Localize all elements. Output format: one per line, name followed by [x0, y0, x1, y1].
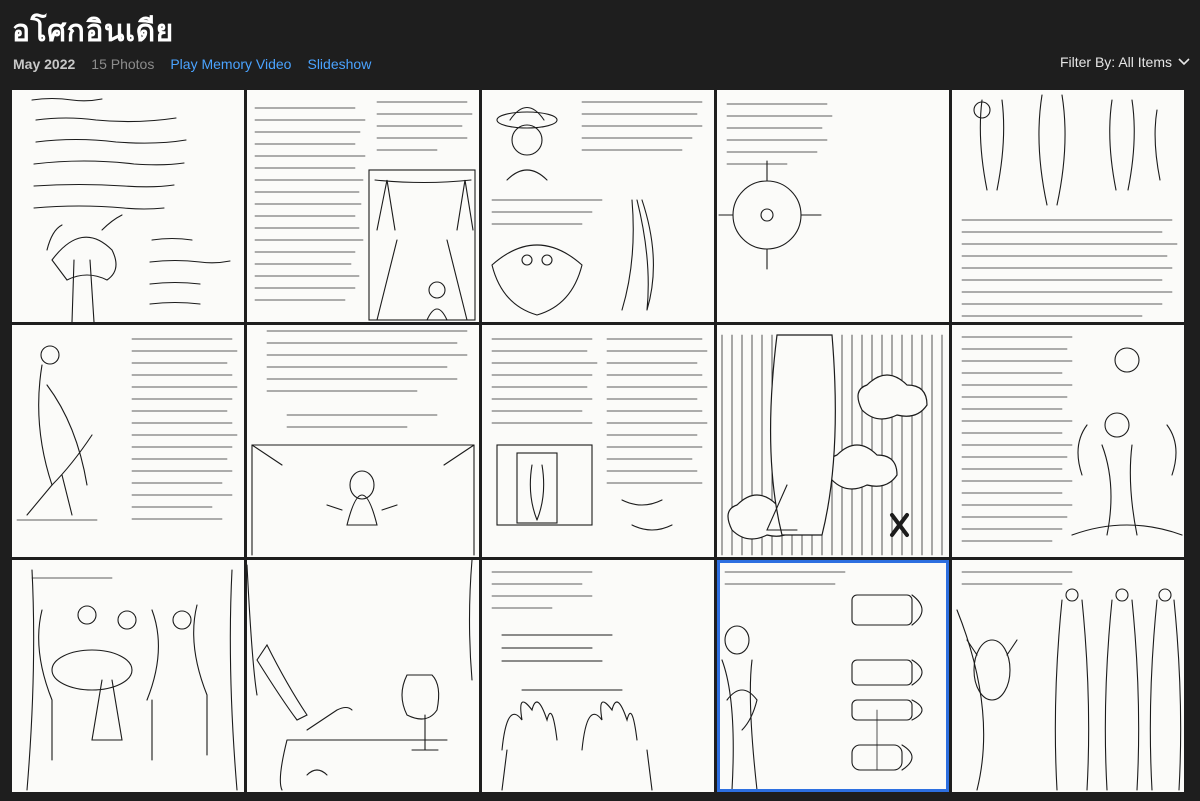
photo-thumbnail[interactable]: [482, 90, 714, 322]
photo-thumbnail[interactable]: [12, 90, 244, 322]
photo-thumbnail[interactable]: [952, 325, 1184, 557]
photo-thumbnail[interactable]: [12, 325, 244, 557]
photo-thumbnail[interactable]: [247, 325, 479, 557]
album-date: May 2022: [13, 56, 76, 72]
photo-thumbnail[interactable]: [247, 560, 479, 792]
photo-thumbnail[interactable]: [952, 90, 1184, 322]
slideshow-link[interactable]: Slideshow: [307, 56, 371, 72]
selected-photo-thumbnail[interactable]: [717, 560, 949, 792]
filter-dropdown[interactable]: Filter By: All Items: [1060, 54, 1190, 70]
photo-count: 15 Photos: [91, 56, 155, 72]
photo-thumbnail[interactable]: [482, 325, 714, 557]
filter-label: Filter By: All Items: [1059, 54, 1172, 70]
photo-thumbnail[interactable]: [952, 560, 1184, 792]
photo-grid: [10, 87, 1190, 795]
photo-thumbnail[interactable]: [12, 560, 244, 792]
photo-thumbnail[interactable]: [717, 90, 949, 322]
album-header: อโศกอินเดีย May 2022 15 Photos Play Memo…: [0, 0, 1200, 78]
album-title: อโศกอินเดีย: [12, 14, 174, 49]
photo-thumbnail[interactable]: [247, 90, 479, 322]
chevron-down-icon: [1178, 58, 1190, 66]
album-subbar: May 2022 15 Photos Play Memory Video Sli…: [13, 54, 387, 74]
photo-thumbnail[interactable]: [717, 325, 949, 557]
photo-thumbnail[interactable]: [482, 560, 714, 792]
play-memory-video-link[interactable]: Play Memory Video: [170, 56, 291, 72]
